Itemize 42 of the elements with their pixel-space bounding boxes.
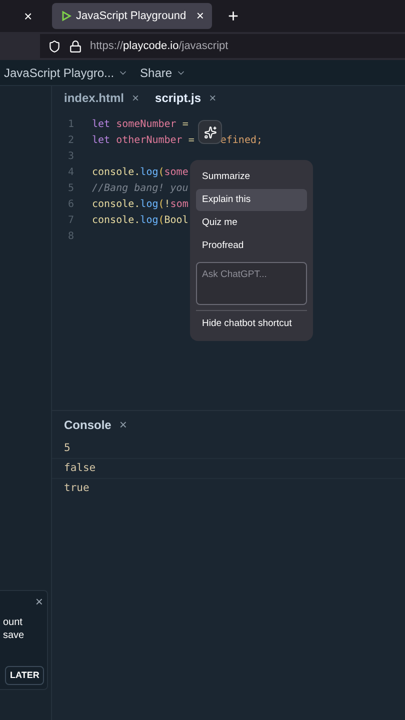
line-number: 4 (66, 166, 75, 180)
lock-icon (69, 40, 82, 52)
shield-icon (48, 40, 61, 52)
line-number: 3 (66, 150, 75, 164)
console-output: true (64, 481, 90, 496)
menu-item[interactable]: Summarize (196, 166, 307, 188)
later-button[interactable]: LATER (5, 666, 44, 685)
sparkle-icon (204, 126, 216, 138)
hide-shortcut-item[interactable]: Hide chatbot shortcut (196, 313, 307, 335)
code-line: console.log(some (92, 166, 188, 180)
code-line: let someNumber = (92, 118, 188, 132)
close-tab-button[interactable]: × (24, 6, 36, 26)
code-line: //Bang bang! you (92, 182, 188, 196)
line-number: 8 (66, 230, 75, 244)
ask-chatgpt-field[interactable]: Ask ChatGPT... (196, 262, 307, 305)
line-number: 2 (66, 134, 75, 148)
code-line: let otherNumber = efined; (92, 134, 263, 148)
line-number: 1 (66, 118, 75, 132)
editor-tab[interactable]: script.js × (155, 89, 216, 107)
share-menu[interactable]: Share (140, 64, 186, 82)
line-number: 7 (66, 214, 75, 228)
line-number: 5 (66, 182, 75, 196)
browser-tab[interactable]: JavaScript Playground × (52, 3, 212, 29)
project-menu[interactable]: JavaScript Playgro... (4, 64, 128, 82)
editor-tab[interactable]: index.html × (64, 89, 140, 107)
code-line: console.log(Bool (92, 214, 188, 228)
notification-text: ount save (3, 616, 26, 642)
menu-item[interactable]: Quiz me (196, 212, 307, 234)
tab-close-button[interactable]: × (196, 6, 204, 26)
chatgpt-sparkle-button[interactable] (198, 120, 222, 144)
code-line: console.log(!som (92, 198, 188, 212)
console-title: Console (64, 417, 112, 434)
play-logo-icon (60, 10, 72, 22)
line-number: 6 (66, 198, 75, 212)
console-close-button[interactable]: × (119, 415, 127, 435)
console-output: false (64, 460, 96, 476)
menu-item[interactable]: Explain this (196, 189, 307, 211)
close-notification-button[interactable]: × (35, 595, 43, 608)
new-tab-button[interactable]: + (228, 2, 239, 30)
console-output: 5 (64, 440, 70, 456)
menu-item[interactable]: Proofread (196, 235, 307, 257)
tab-title: JavaScript Playground (76, 8, 188, 24)
